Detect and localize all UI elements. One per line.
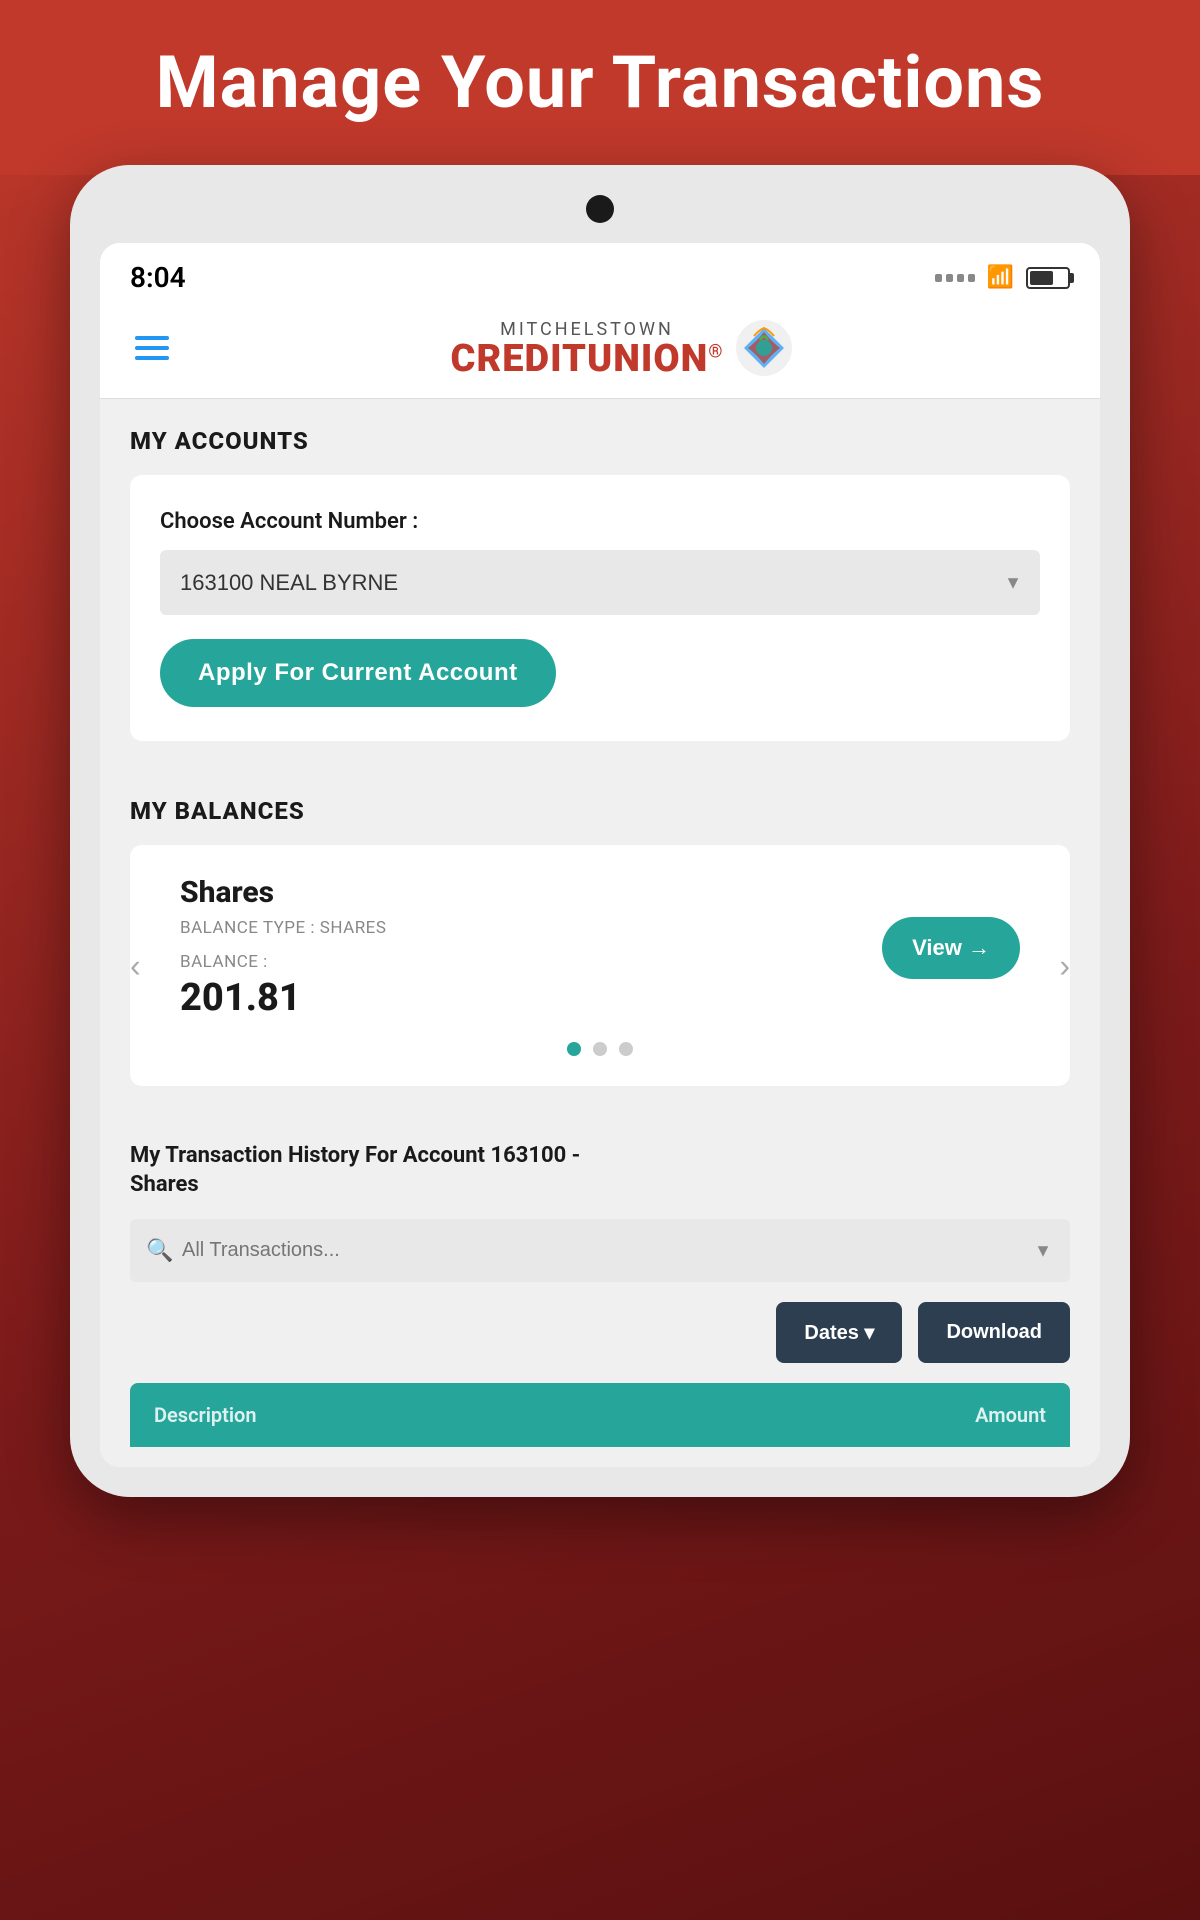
transaction-search-input[interactable] — [130, 1219, 1070, 1282]
carousel-prev-button[interactable]: ‹ — [120, 937, 151, 994]
accounts-card: Choose Account Number : 163100 NEAL BYRN… — [130, 475, 1070, 741]
balance-label: BALANCE : — [180, 952, 882, 972]
signal-icon — [935, 274, 975, 282]
choose-account-label: Choose Account Number : — [160, 509, 1040, 534]
phone-frame: 8:04 📶 — [70, 165, 1130, 1497]
wifi-icon: 📶 — [987, 265, 1014, 290]
balance-type-label: BALANCE TYPE : SHARES — [180, 918, 882, 938]
balances-card: ‹ Shares BALANCE TYPE : SHARES BALANCE :… — [130, 845, 1070, 1086]
status-icons: 📶 — [935, 265, 1070, 290]
carousel-dot-2[interactable] — [593, 1042, 607, 1056]
top-banner: Manage Your Transactions — [0, 0, 1200, 175]
app-header: MITCHELSTOWN CREDITUNION® — [100, 304, 1100, 399]
carousel-dot-1[interactable] — [567, 1042, 581, 1056]
search-dropdown-arrow[interactable]: ▼ — [1034, 1240, 1052, 1261]
account-select[interactable]: 163100 NEAL BYRNE — [160, 550, 1040, 615]
logo-icon — [734, 318, 794, 378]
logo-creditunion: CREDITUNION® — [451, 340, 724, 378]
transaction-history-title: My Transaction History For Account 16310… — [130, 1142, 1070, 1199]
table-header-amount: Amount — [975, 1403, 1046, 1427]
balance-card-inner: Shares BALANCE TYPE : SHARES BALANCE : 2… — [180, 875, 1020, 1020]
banner-title: Manage Your Transactions — [20, 40, 1180, 125]
table-header-description: Description — [154, 1403, 257, 1427]
balance-info: Shares BALANCE TYPE : SHARES BALANCE : 2… — [180, 875, 882, 1020]
battery-icon — [1026, 267, 1070, 289]
apply-current-account-button[interactable]: Apply For Current Account — [160, 639, 556, 707]
balance-title: Shares — [180, 875, 882, 910]
transaction-history-section: My Transaction History For Account 16310… — [100, 1114, 1100, 1467]
my-accounts-section: MY ACCOUNTS Choose Account Number : 1631… — [100, 399, 1100, 769]
app-content: MY ACCOUNTS Choose Account Number : 1631… — [100, 399, 1100, 1467]
menu-button[interactable] — [130, 331, 174, 365]
search-wrapper: 🔍 ▼ — [130, 1219, 1070, 1282]
camera-dot — [586, 195, 614, 223]
search-icon: 🔍 — [146, 1238, 173, 1263]
transaction-buttons: Dates ▾ Download — [130, 1302, 1070, 1363]
carousel-dots — [180, 1042, 1020, 1056]
my-accounts-title: MY ACCOUNTS — [130, 427, 1070, 455]
my-balances-section: MY BALANCES ‹ Shares BALANCE TYPE : SHAR… — [100, 769, 1100, 1114]
screen: 8:04 📶 — [100, 243, 1100, 1467]
carousel-next-button[interactable]: › — [1049, 937, 1080, 994]
account-select-wrapper[interactable]: 163100 NEAL BYRNE — [160, 550, 1040, 615]
logo-area: MITCHELSTOWN CREDITUNION® — [174, 318, 1070, 378]
status-time: 8:04 — [130, 261, 186, 294]
balance-amount: 201.81 — [180, 976, 882, 1020]
status-bar: 8:04 📶 — [100, 243, 1100, 304]
table-header-bar: Description Amount — [130, 1383, 1070, 1447]
my-balances-title: MY BALANCES — [130, 797, 1070, 825]
download-button[interactable]: Download — [918, 1302, 1070, 1363]
dates-button[interactable]: Dates ▾ — [776, 1302, 902, 1363]
view-balance-button[interactable]: View → — [882, 917, 1020, 979]
logo-text: MITCHELSTOWN CREDITUNION® — [451, 319, 724, 378]
carousel-dot-3[interactable] — [619, 1042, 633, 1056]
